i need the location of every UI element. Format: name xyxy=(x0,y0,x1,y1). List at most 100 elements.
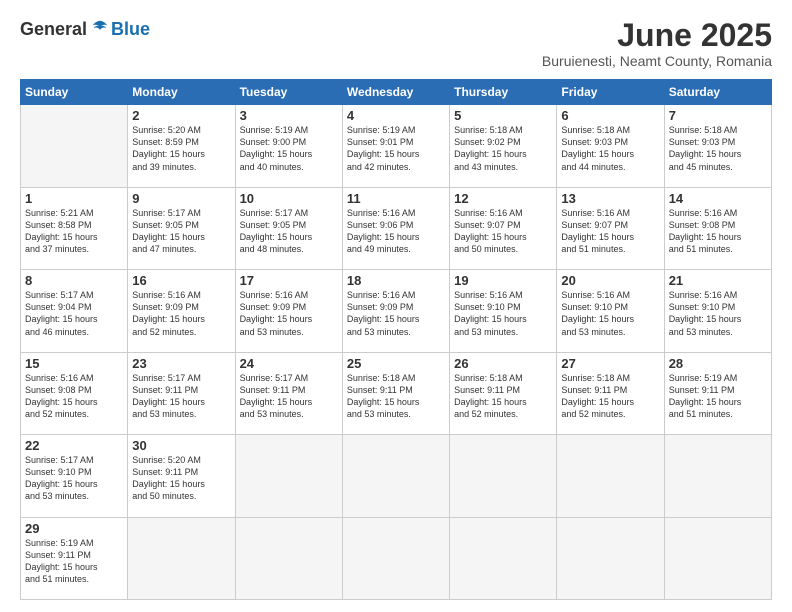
day-info: Sunrise: 5:16 AM Sunset: 9:08 PM Dayligh… xyxy=(669,207,767,256)
day-number: 16 xyxy=(132,273,230,288)
calendar-day-cell xyxy=(128,517,235,599)
calendar-week-row: 29Sunrise: 5:19 AM Sunset: 9:11 PM Dayli… xyxy=(21,517,772,599)
calendar-header-row: Sunday Monday Tuesday Wednesday Thursday… xyxy=(21,80,772,105)
day-number: 11 xyxy=(347,191,445,206)
calendar-day-cell xyxy=(664,517,771,599)
calendar-day-cell: 22Sunrise: 5:17 AM Sunset: 9:10 PM Dayli… xyxy=(21,435,128,517)
calendar-day-cell: 9Sunrise: 5:17 AM Sunset: 9:05 PM Daylig… xyxy=(128,187,235,269)
calendar-day-cell: 18Sunrise: 5:16 AM Sunset: 9:09 PM Dayli… xyxy=(342,270,449,352)
day-info: Sunrise: 5:19 AM Sunset: 9:01 PM Dayligh… xyxy=(347,124,445,173)
day-number: 17 xyxy=(240,273,338,288)
day-info: Sunrise: 5:18 AM Sunset: 9:02 PM Dayligh… xyxy=(454,124,552,173)
day-info: Sunrise: 5:19 AM Sunset: 9:11 PM Dayligh… xyxy=(669,372,767,421)
day-info: Sunrise: 5:16 AM Sunset: 9:08 PM Dayligh… xyxy=(25,372,123,421)
logo-bird-icon xyxy=(89,18,111,40)
day-info: Sunrise: 5:16 AM Sunset: 9:07 PM Dayligh… xyxy=(454,207,552,256)
location-subtitle: Buruienesti, Neamt County, Romania xyxy=(542,53,772,69)
day-info: Sunrise: 5:18 AM Sunset: 9:11 PM Dayligh… xyxy=(347,372,445,421)
calendar-day-cell: 4Sunrise: 5:19 AM Sunset: 9:01 PM Daylig… xyxy=(342,105,449,187)
header-monday: Monday xyxy=(128,80,235,105)
day-number: 4 xyxy=(347,108,445,123)
calendar-day-cell: 16Sunrise: 5:16 AM Sunset: 9:09 PM Dayli… xyxy=(128,270,235,352)
day-info: Sunrise: 5:16 AM Sunset: 9:10 PM Dayligh… xyxy=(561,289,659,338)
calendar-day-cell xyxy=(557,435,664,517)
day-info: Sunrise: 5:16 AM Sunset: 9:10 PM Dayligh… xyxy=(454,289,552,338)
day-info: Sunrise: 5:16 AM Sunset: 9:07 PM Dayligh… xyxy=(561,207,659,256)
day-info: Sunrise: 5:20 AM Sunset: 8:59 PM Dayligh… xyxy=(132,124,230,173)
calendar-day-cell: 19Sunrise: 5:16 AM Sunset: 9:10 PM Dayli… xyxy=(450,270,557,352)
header-saturday: Saturday xyxy=(664,80,771,105)
calendar-day-cell xyxy=(235,435,342,517)
day-number: 29 xyxy=(25,521,123,536)
title-section: June 2025 Buruienesti, Neamt County, Rom… xyxy=(542,18,772,69)
day-info: Sunrise: 5:18 AM Sunset: 9:03 PM Dayligh… xyxy=(669,124,767,173)
calendar-day-cell: 1Sunrise: 5:21 AM Sunset: 8:58 PM Daylig… xyxy=(21,187,128,269)
calendar-day-cell: 5Sunrise: 5:18 AM Sunset: 9:02 PM Daylig… xyxy=(450,105,557,187)
calendar-day-cell: 3Sunrise: 5:19 AM Sunset: 9:00 PM Daylig… xyxy=(235,105,342,187)
calendar-day-cell: 13Sunrise: 5:16 AM Sunset: 9:07 PM Dayli… xyxy=(557,187,664,269)
calendar-day-cell: 10Sunrise: 5:17 AM Sunset: 9:05 PM Dayli… xyxy=(235,187,342,269)
day-info: Sunrise: 5:17 AM Sunset: 9:05 PM Dayligh… xyxy=(240,207,338,256)
page: General Blue June 2025 Buruienesti, Neam… xyxy=(0,0,792,612)
logo: General Blue xyxy=(20,18,150,40)
calendar-day-cell: 20Sunrise: 5:16 AM Sunset: 9:10 PM Dayli… xyxy=(557,270,664,352)
calendar-day-cell: 28Sunrise: 5:19 AM Sunset: 9:11 PM Dayli… xyxy=(664,352,771,434)
day-number: 15 xyxy=(25,356,123,371)
calendar-day-cell xyxy=(235,517,342,599)
day-number: 7 xyxy=(669,108,767,123)
calendar-day-cell xyxy=(21,105,128,187)
calendar-day-cell: 26Sunrise: 5:18 AM Sunset: 9:11 PM Dayli… xyxy=(450,352,557,434)
day-info: Sunrise: 5:17 AM Sunset: 9:11 PM Dayligh… xyxy=(240,372,338,421)
calendar-week-row: 2Sunrise: 5:20 AM Sunset: 8:59 PM Daylig… xyxy=(21,105,772,187)
calendar-day-cell: 27Sunrise: 5:18 AM Sunset: 9:11 PM Dayli… xyxy=(557,352,664,434)
calendar-day-cell: 8Sunrise: 5:17 AM Sunset: 9:04 PM Daylig… xyxy=(21,270,128,352)
day-info: Sunrise: 5:18 AM Sunset: 9:11 PM Dayligh… xyxy=(454,372,552,421)
day-number: 19 xyxy=(454,273,552,288)
calendar-day-cell: 24Sunrise: 5:17 AM Sunset: 9:11 PM Dayli… xyxy=(235,352,342,434)
day-info: Sunrise: 5:18 AM Sunset: 9:03 PM Dayligh… xyxy=(561,124,659,173)
calendar-week-row: 22Sunrise: 5:17 AM Sunset: 9:10 PM Dayli… xyxy=(21,435,772,517)
calendar-day-cell: 23Sunrise: 5:17 AM Sunset: 9:11 PM Dayli… xyxy=(128,352,235,434)
day-info: Sunrise: 5:17 AM Sunset: 9:10 PM Dayligh… xyxy=(25,454,123,503)
day-number: 2 xyxy=(132,108,230,123)
calendar-week-row: 15Sunrise: 5:16 AM Sunset: 9:08 PM Dayli… xyxy=(21,352,772,434)
calendar-day-cell xyxy=(450,517,557,599)
calendar-day-cell: 2Sunrise: 5:20 AM Sunset: 8:59 PM Daylig… xyxy=(128,105,235,187)
day-info: Sunrise: 5:16 AM Sunset: 9:06 PM Dayligh… xyxy=(347,207,445,256)
day-info: Sunrise: 5:16 AM Sunset: 9:09 PM Dayligh… xyxy=(240,289,338,338)
day-number: 28 xyxy=(669,356,767,371)
calendar-day-cell: 6Sunrise: 5:18 AM Sunset: 9:03 PM Daylig… xyxy=(557,105,664,187)
day-number: 18 xyxy=(347,273,445,288)
header-sunday: Sunday xyxy=(21,80,128,105)
day-number: 22 xyxy=(25,438,123,453)
calendar-day-cell: 30Sunrise: 5:20 AM Sunset: 9:11 PM Dayli… xyxy=(128,435,235,517)
day-number: 1 xyxy=(25,191,123,206)
calendar-week-row: 1Sunrise: 5:21 AM Sunset: 8:58 PM Daylig… xyxy=(21,187,772,269)
day-number: 8 xyxy=(25,273,123,288)
day-number: 9 xyxy=(132,191,230,206)
calendar-day-cell: 11Sunrise: 5:16 AM Sunset: 9:06 PM Dayli… xyxy=(342,187,449,269)
day-info: Sunrise: 5:18 AM Sunset: 9:11 PM Dayligh… xyxy=(561,372,659,421)
day-number: 27 xyxy=(561,356,659,371)
day-number: 14 xyxy=(669,191,767,206)
month-title: June 2025 xyxy=(542,18,772,53)
header-friday: Friday xyxy=(557,80,664,105)
calendar-day-cell: 14Sunrise: 5:16 AM Sunset: 9:08 PM Dayli… xyxy=(664,187,771,269)
calendar-day-cell: 25Sunrise: 5:18 AM Sunset: 9:11 PM Dayli… xyxy=(342,352,449,434)
day-info: Sunrise: 5:17 AM Sunset: 9:11 PM Dayligh… xyxy=(132,372,230,421)
day-number: 20 xyxy=(561,273,659,288)
calendar-day-cell xyxy=(557,517,664,599)
calendar-day-cell: 15Sunrise: 5:16 AM Sunset: 9:08 PM Dayli… xyxy=(21,352,128,434)
day-number: 30 xyxy=(132,438,230,453)
calendar-day-cell xyxy=(450,435,557,517)
header-wednesday: Wednesday xyxy=(342,80,449,105)
day-info: Sunrise: 5:16 AM Sunset: 9:10 PM Dayligh… xyxy=(669,289,767,338)
day-number: 10 xyxy=(240,191,338,206)
calendar-day-cell xyxy=(342,517,449,599)
calendar-day-cell: 12Sunrise: 5:16 AM Sunset: 9:07 PM Dayli… xyxy=(450,187,557,269)
calendar-day-cell xyxy=(342,435,449,517)
day-number: 13 xyxy=(561,191,659,206)
calendar-table: Sunday Monday Tuesday Wednesday Thursday… xyxy=(20,79,772,600)
day-number: 3 xyxy=(240,108,338,123)
day-number: 26 xyxy=(454,356,552,371)
